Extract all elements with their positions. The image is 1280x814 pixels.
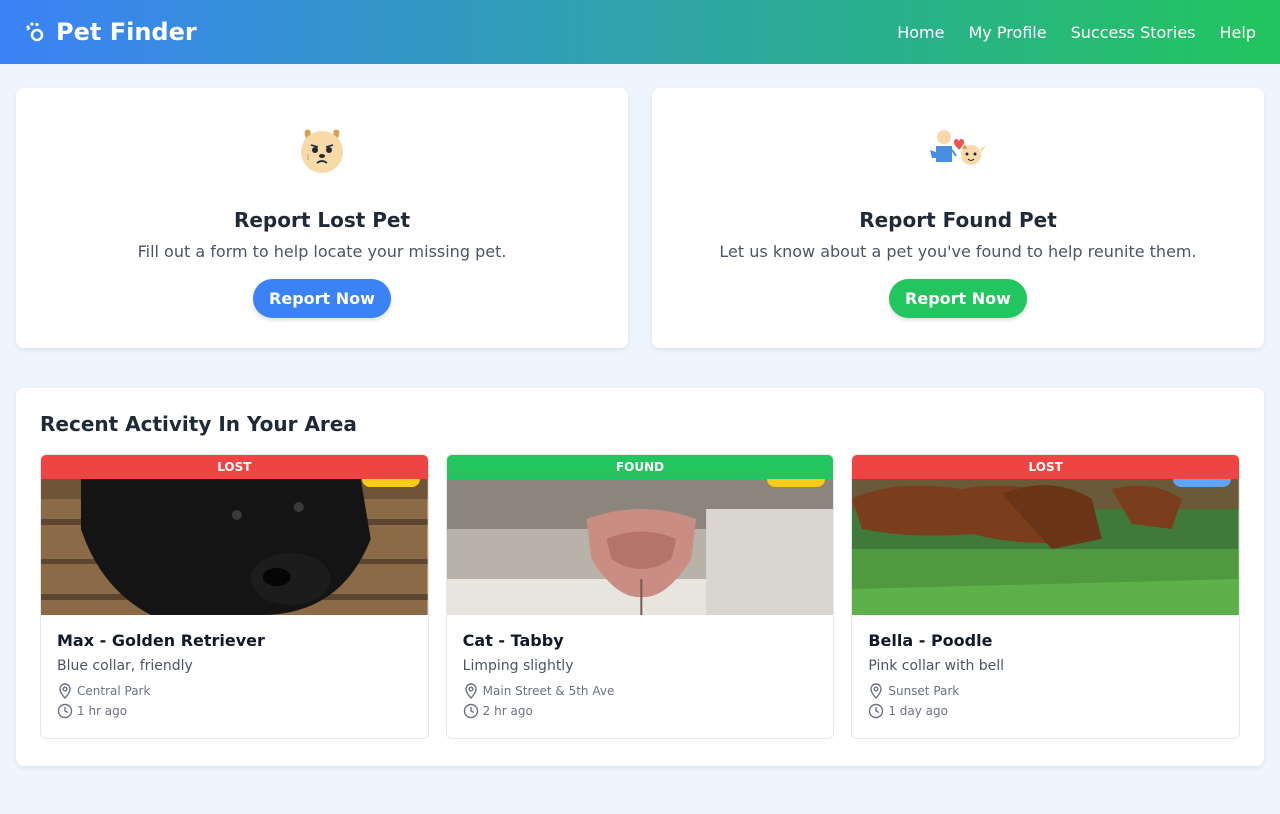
pet-location: Central Park (57, 683, 412, 699)
pet-photo (41, 479, 428, 615)
pet-card-body: Bella - Poodle Pink collar with bell Sun… (852, 615, 1239, 719)
nav-home[interactable]: Home (897, 23, 944, 42)
recent-activity: Recent Activity In Your Area LOST Max - … (16, 388, 1264, 766)
person-pet-heart-icon (926, 118, 990, 182)
map-pin-icon (57, 683, 73, 699)
status-badge: LOST (41, 455, 428, 479)
pet-card[interactable]: LOST Bella - Poodle Pink collar with bel… (851, 454, 1241, 739)
app-header: Pet Finder Home My Profile Success Stori… (0, 0, 1280, 64)
pet-card-body: Max - Golden Retriever Blue collar, frie… (41, 615, 428, 719)
pet-card[interactable]: LOST Max - Golden Retriever Blue collar,… (40, 454, 429, 739)
sad-dog-icon (290, 118, 354, 182)
pet-description: Pink collar with bell (868, 658, 1005, 674)
pet-location-text: Central Park (77, 684, 151, 698)
pet-time: 1 day ago (868, 703, 1223, 719)
pet-photo (446, 479, 834, 615)
recent-activity-title: Recent Activity In Your Area (40, 412, 357, 436)
report-lost-button[interactable]: Report Now (253, 279, 391, 318)
nav-my-profile[interactable]: My Profile (968, 23, 1046, 42)
clock-icon (57, 703, 73, 719)
pet-name: Cat - Tabby (462, 631, 564, 650)
nav-help[interactable]: Help (1220, 23, 1256, 42)
report-found-button[interactable]: Report Now (889, 279, 1027, 318)
pet-name: Max - Golden Retriever (57, 631, 265, 650)
report-found-card: Report Found Pet Let us know about a pet… (652, 88, 1264, 348)
pet-location-text: Sunset Park (888, 684, 960, 698)
pet-location: Main Street & 5th Ave (463, 683, 818, 699)
main-nav: Home My Profile Success Stories Help (897, 23, 1256, 42)
map-pin-icon (868, 683, 884, 699)
pet-time-text: 1 day ago (888, 704, 948, 718)
pet-name: Bella - Poodle (868, 631, 993, 650)
pet-time-text: 2 hr ago (482, 704, 533, 718)
status-badge: LOST (852, 455, 1240, 479)
nav-success-stories[interactable]: Success Stories (1071, 23, 1196, 42)
clock-icon (463, 703, 479, 719)
report-lost-description: Fill out a form to help locate your miss… (137, 242, 507, 261)
report-actions: Report Lost Pet Fill out a form to help … (0, 64, 1280, 348)
pet-location-text: Main Street & 5th Ave (482, 684, 615, 698)
status-badge: FOUND (446, 455, 834, 479)
pet-time-text: 1 hr ago (77, 704, 128, 718)
report-lost-card: Report Lost Pet Fill out a form to help … (16, 88, 628, 348)
brand[interactable]: Pet Finder (24, 18, 197, 46)
pet-grid: LOST Max - Golden Retriever Blue collar,… (40, 454, 1241, 739)
app-title: Pet Finder (56, 18, 197, 46)
report-found-title: Report Found Pet (859, 208, 1057, 232)
pet-description: Blue collar, friendly (57, 658, 193, 674)
clock-icon (868, 703, 884, 719)
paw-icon (24, 20, 48, 44)
pet-card[interactable]: FOUND Cat - Tabby Limping slightly Main (445, 454, 835, 739)
map-pin-icon (463, 683, 479, 699)
pet-card-body: Cat - Tabby Limping slightly Main Street… (447, 615, 834, 719)
pet-photo (852, 479, 1240, 615)
pet-location: Sunset Park (868, 683, 1223, 699)
pet-time: 2 hr ago (463, 703, 818, 719)
pet-description: Limping slightly (462, 658, 574, 674)
report-lost-title: Report Lost Pet (233, 208, 411, 232)
pet-time: 1 hr ago (57, 703, 412, 719)
report-found-description: Let us know about a pet you've found to … (719, 242, 1197, 261)
